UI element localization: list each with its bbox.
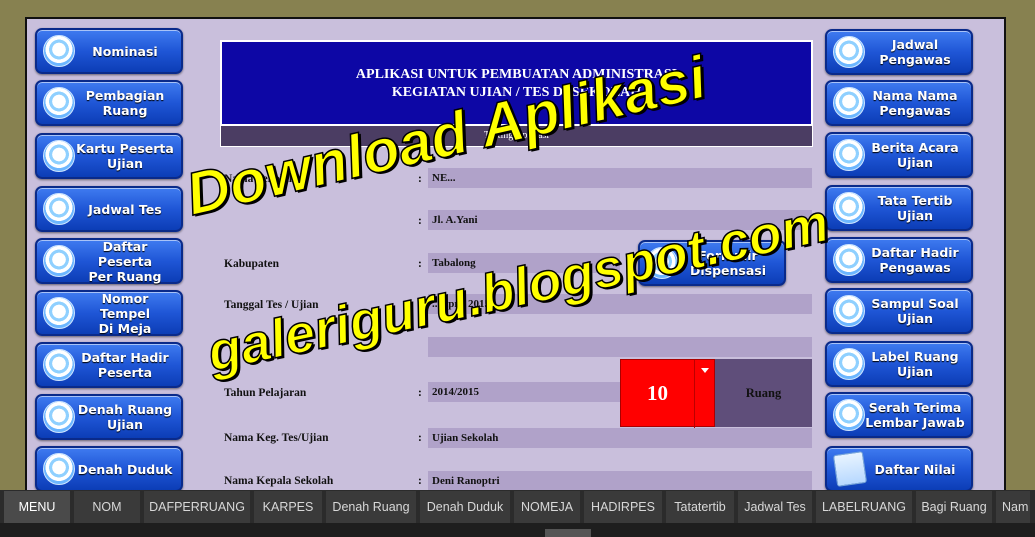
tut-wuri-logo-icon bbox=[833, 87, 865, 119]
berita-acara-button[interactable]: Berita Acara Ujian bbox=[825, 132, 973, 178]
daftar-nilai-button[interactable]: Daftar Nilai bbox=[825, 446, 973, 492]
button-label: Jadwal Pengawas bbox=[879, 37, 951, 67]
dropdown-arrow-icon[interactable] bbox=[694, 360, 714, 428]
button-label: Kartu Peserta Ujian bbox=[76, 141, 174, 171]
kepala-sekolah-value[interactable]: Deni Ranoptri bbox=[428, 471, 812, 491]
tab-hadirpes[interactable]: HADIRPES bbox=[584, 491, 662, 523]
sampul-soal-button[interactable]: Sampul Soal Ujian bbox=[825, 288, 973, 334]
ruang-label: Ruang bbox=[715, 359, 812, 427]
tab-nomeja[interactable]: NOMEJA bbox=[514, 491, 580, 523]
room-count-value: 10 bbox=[647, 380, 668, 405]
kabupaten-label: Kabupaten bbox=[224, 258, 279, 270]
button-label: Berita Acara Ujian bbox=[871, 140, 959, 170]
tab-denah-duduk[interactable]: Denah Duduk bbox=[420, 491, 510, 523]
tab-tatatertib[interactable]: Tatatertib bbox=[666, 491, 734, 523]
denah-duduk-button[interactable]: Denah Duduk bbox=[35, 446, 183, 492]
room-count-select[interactable]: 10 bbox=[620, 359, 715, 428]
tab-bagi-ruang[interactable]: Bagi Ruang bbox=[916, 491, 992, 523]
tut-wuri-logo-icon bbox=[43, 87, 75, 119]
button-label: Jadwal Tes bbox=[88, 201, 162, 217]
daftar-peserta-button[interactable]: Daftar Peserta Per Ruang bbox=[35, 238, 183, 284]
tut-wuri-logo-icon bbox=[833, 348, 865, 380]
button-label: Daftar Peserta Per Ruang bbox=[88, 238, 162, 284]
button-label: Tata Tertib Ujian bbox=[877, 193, 953, 223]
scrollbar-thumb[interactable] bbox=[545, 529, 591, 537]
nama-sekolah-value[interactable]: NE... bbox=[428, 168, 812, 188]
tut-wuri-logo-icon bbox=[833, 244, 865, 276]
colon: : bbox=[418, 432, 422, 444]
colon: : bbox=[418, 387, 422, 399]
nominasi-button[interactable]: Nominasi bbox=[35, 28, 183, 74]
daftar-hadir-peserta-button[interactable]: Daftar Hadir Peserta bbox=[35, 342, 183, 388]
tut-wuri-logo-icon bbox=[43, 35, 75, 67]
label-ruang-button[interactable]: Label Ruang Ujian bbox=[825, 341, 973, 387]
button-label: Denah Ruang Ujian bbox=[77, 402, 173, 432]
tut-wuri-logo-icon bbox=[43, 297, 75, 329]
button-label: Daftar Hadir Pengawas bbox=[871, 245, 959, 275]
daftar-hadir-pengawas-button[interactable]: Daftar Hadir Pengawas bbox=[825, 237, 973, 283]
tut-wuri-logo-icon bbox=[43, 401, 75, 433]
tab-menu[interactable]: MENU bbox=[4, 491, 70, 523]
colon: : bbox=[418, 475, 422, 487]
colon: : bbox=[418, 258, 422, 270]
nomor-tempel-button[interactable]: Nomor Tempel Di Meja bbox=[35, 290, 183, 336]
tahun-pelajaran-value[interactable]: 2014/2015 bbox=[428, 382, 620, 402]
button-label: Nominasi bbox=[92, 43, 158, 59]
button-label: Nomor Tempel Di Meja bbox=[98, 290, 152, 336]
horizontal-scrollbar[interactable] bbox=[0, 523, 1035, 537]
serah-terima-button[interactable]: Serah Terima Lembar Jawab bbox=[825, 392, 973, 438]
tut-wuri-logo-icon bbox=[833, 36, 865, 68]
nama-kegiatan-label: Nama Keg. Tes/Ujian bbox=[224, 432, 329, 444]
kartu-peserta-button[interactable]: Kartu Peserta Ujian bbox=[35, 133, 183, 179]
tab-jadwal-tes[interactable]: Jadwal Tes bbox=[738, 491, 812, 523]
tahun-pelajaran-label: Tahun Pelajaran bbox=[224, 387, 307, 399]
tut-wuri-logo-icon bbox=[43, 140, 75, 172]
sheet-tab-bar: MENU NOM DAFPERRUANG KARPES Denah Ruang … bbox=[0, 490, 1035, 523]
kepala-sekolah-label: Nama Kepala Sekolah bbox=[224, 475, 334, 487]
tut-wuri-logo-icon bbox=[833, 295, 865, 327]
button-label: Serah Terima Lembar Jawab bbox=[865, 400, 965, 430]
nama-kegiatan-value[interactable]: Ujian Sekolah bbox=[428, 428, 812, 448]
tab-labelruang[interactable]: LABELRUANG bbox=[816, 491, 912, 523]
button-label: Daftar Nilai bbox=[874, 461, 956, 477]
button-label: Label Ruang Ujian bbox=[871, 349, 959, 379]
button-label: Nama Nama Pengawas bbox=[872, 88, 958, 118]
tab-nom[interactable]: NOM bbox=[74, 491, 140, 523]
tata-tertib-button[interactable]: Tata Tertib Ujian bbox=[825, 185, 973, 231]
denah-ruang-button[interactable]: Denah Ruang Ujian bbox=[35, 394, 183, 440]
banner-title-line-1: APLIKASI UNTUK PEMBUATAN ADMINISTRASI bbox=[355, 67, 678, 82]
jadwal-tes-button[interactable]: Jadwal Tes bbox=[35, 186, 183, 232]
jadwal-pengawas-button[interactable]: Jadwal Pengawas bbox=[825, 29, 973, 75]
tab-karpes[interactable]: KARPES bbox=[254, 491, 322, 523]
tanggal-value[interactable] bbox=[428, 337, 812, 357]
tut-wuri-logo-icon bbox=[43, 349, 75, 381]
button-label: Daftar Hadir Peserta bbox=[81, 350, 169, 380]
tut-wuri-logo-icon bbox=[43, 193, 75, 225]
tut-wuri-logo-icon bbox=[833, 192, 865, 224]
nama-pengawas-button[interactable]: Nama Nama Pengawas bbox=[825, 80, 973, 126]
tut-wuri-logo-icon bbox=[43, 453, 75, 485]
button-label: Denah Duduk bbox=[77, 461, 173, 477]
tut-wuri-logo-icon bbox=[833, 139, 865, 171]
tut-wuri-logo-icon bbox=[43, 245, 75, 277]
pembagian-ruang-button[interactable]: Pembagian Ruang bbox=[35, 80, 183, 126]
button-label: Sampul Soal Ujian bbox=[871, 296, 959, 326]
tab-nam[interactable]: Nam bbox=[996, 491, 1030, 523]
notepad-icon bbox=[832, 451, 868, 487]
tab-dafperruang[interactable]: DAFPERRUANG bbox=[144, 491, 250, 523]
colon: : bbox=[418, 215, 422, 227]
tut-wuri-logo-icon bbox=[833, 399, 865, 431]
tab-denah-ruang[interactable]: Denah Ruang bbox=[326, 491, 416, 523]
button-label: Pembagian Ruang bbox=[85, 88, 165, 118]
